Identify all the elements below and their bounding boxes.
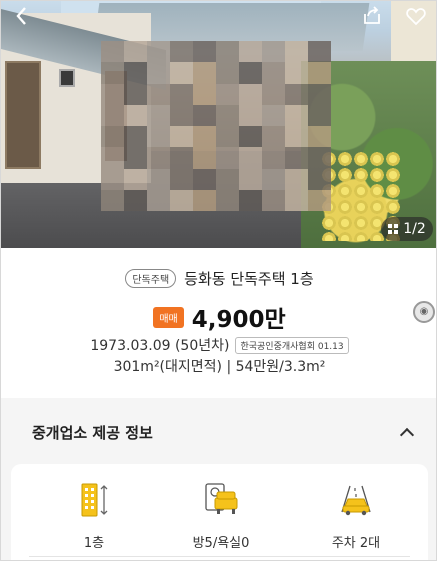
card-divider [29,556,410,557]
photo-door [5,61,41,169]
meta-row: 1973.03.09 (50년차) 한국공인중개사협회 01.13 [1,335,436,355]
parking-icon [341,485,371,516]
chevron-up-icon[interactable] [399,427,415,442]
area-info: 301m²(대지면적) | 54만원/3.3m² [113,359,326,375]
listing-price: 4,900만 [191,307,286,333]
title-row: 단독주택 등화동 단독주택 1층 [1,268,436,289]
feature-parking: 주차 2대 [296,482,416,551]
feature-rooms: 방5/욕실0 [161,482,281,551]
feature-card: 1층 방5/욕실0 주차 2대 [11,464,428,560]
listing-photo[interactable]: 1/2 [1,1,436,248]
photo-window [59,69,75,87]
compass-icon[interactable]: ◉ [413,301,435,323]
broker-section-title: 중개업소 제공 정보 [32,423,153,442]
chevron-left-icon [16,7,26,25]
back-button[interactable] [9,5,35,31]
price-row: 매매 4,900만 [1,300,436,334]
feature-rooms-label: 방5/욕실0 [192,536,250,551]
share-icon [364,6,380,24]
feature-floor: 1층 [34,482,154,551]
listing-summary: 단독주택 등화동 단독주택 1층 매매 4,900만 ◉ 1973.03.09 … [1,248,436,398]
building-floor-icon [81,483,108,517]
association-badge: 한국공인중개사협회 01.13 [235,336,349,354]
favorite-button[interactable] [403,5,429,31]
listing-detail-screen: 1/2 단독주택 등화동 단독주택 1층 매매 4,900만 ◉ 1973.03… [0,0,437,561]
heart-icon [406,8,426,26]
photo-counter[interactable]: 1/2 [381,217,433,241]
feature-floor-label: 1층 [83,536,105,551]
broker-section-header[interactable]: 중개업소 제공 정보 [1,401,436,463]
deal-type-badge: 매매 [153,306,184,328]
listing-title: 등화동 단독주택 1층 [184,270,314,288]
share-button[interactable] [359,5,385,31]
built-date: 1973.03.09 (50년차) [90,338,230,354]
room-bath-icon [205,483,238,514]
photo-counter-text: 1/2 [403,221,426,237]
gallery-grid-icon [388,224,399,234]
property-type-badge: 단독주택 [125,269,177,288]
feature-parking-label: 주차 2대 [331,536,381,551]
photo-blur-mosaic [101,41,331,211]
